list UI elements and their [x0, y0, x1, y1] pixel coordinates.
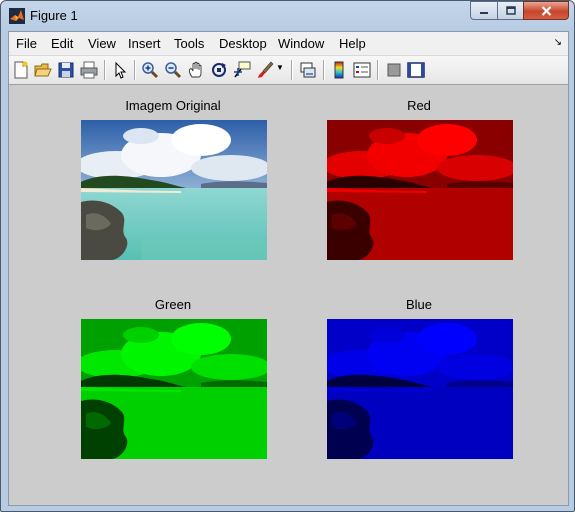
zoom-in-icon[interactable] [141, 61, 159, 79]
toolbar-separator [291, 60, 293, 80]
link-plot-icon[interactable] [299, 61, 317, 79]
maximize-button[interactable] [497, 1, 523, 20]
beach-image-green [81, 319, 267, 459]
matlab-logo-icon [9, 8, 25, 24]
toolbar-separator [377, 60, 379, 80]
print-icon[interactable] [80, 61, 98, 79]
figure-toolbar: ▼ [9, 55, 568, 85]
image-original[interactable] [81, 120, 267, 260]
hide-plot-tools-icon[interactable] [385, 61, 403, 79]
menu-insert[interactable]: Insert [128, 36, 161, 51]
menu-bar: File Edit View Insert Tools Desktop Wind… [9, 32, 568, 54]
image-red[interactable] [327, 120, 513, 260]
axes-title-red: Red [407, 98, 431, 113]
pan-icon[interactable] [187, 61, 205, 79]
figure-client: File Edit View Insert Tools Desktop Wind… [8, 31, 569, 506]
zoom-out-icon[interactable] [164, 61, 182, 79]
menu-tools[interactable]: Tools [174, 36, 204, 51]
figure-window: Figure 1 File Edit View Insert Tools Des… [0, 0, 575, 512]
close-icon [541, 5, 551, 16]
minimize-button[interactable] [470, 1, 497, 20]
image-green[interactable] [81, 319, 267, 459]
colorbar-icon[interactable] [330, 61, 348, 79]
window-title: Figure 1 [30, 8, 78, 23]
menu-view[interactable]: View [88, 36, 116, 51]
new-figure-icon[interactable] [12, 61, 30, 79]
axes-title-blue: Blue [405, 297, 433, 312]
axes-title-original: Imagem Original [125, 98, 221, 113]
minimize-icon [480, 11, 488, 14]
menu-window[interactable]: Window [278, 36, 324, 51]
dock-figure-icon[interactable]: ↘ [554, 37, 562, 48]
close-button[interactable] [523, 1, 569, 20]
menu-help[interactable]: Help [339, 36, 366, 51]
show-plot-tools-icon[interactable] [407, 61, 425, 79]
toolbar-separator [323, 60, 325, 80]
beach-image-red [327, 120, 513, 260]
figure-canvas: Imagem Original Red Green Blue [9, 85, 568, 505]
menu-file[interactable]: File [16, 36, 37, 51]
brush-dropdown-icon[interactable]: ▼ [276, 64, 284, 72]
beach-image-original [81, 120, 267, 260]
data-cursor-icon[interactable] [233, 61, 251, 79]
save-icon[interactable] [57, 61, 75, 79]
legend-icon[interactable] [353, 61, 371, 79]
menu-edit[interactable]: Edit [51, 36, 73, 51]
toolbar-separator [134, 60, 136, 80]
toolbar-separator [104, 60, 106, 80]
pointer-icon[interactable] [111, 61, 129, 79]
image-blue[interactable] [327, 319, 513, 459]
title-bar[interactable]: Figure 1 [1, 1, 574, 31]
beach-image-blue [327, 319, 513, 459]
open-file-icon[interactable] [34, 61, 52, 79]
maximize-icon [505, 6, 516, 15]
menu-desktop[interactable]: Desktop [219, 36, 267, 51]
rotate-3d-icon[interactable] [210, 61, 228, 79]
axes-title-green: Green [154, 297, 192, 312]
brush-icon[interactable] [256, 61, 274, 79]
